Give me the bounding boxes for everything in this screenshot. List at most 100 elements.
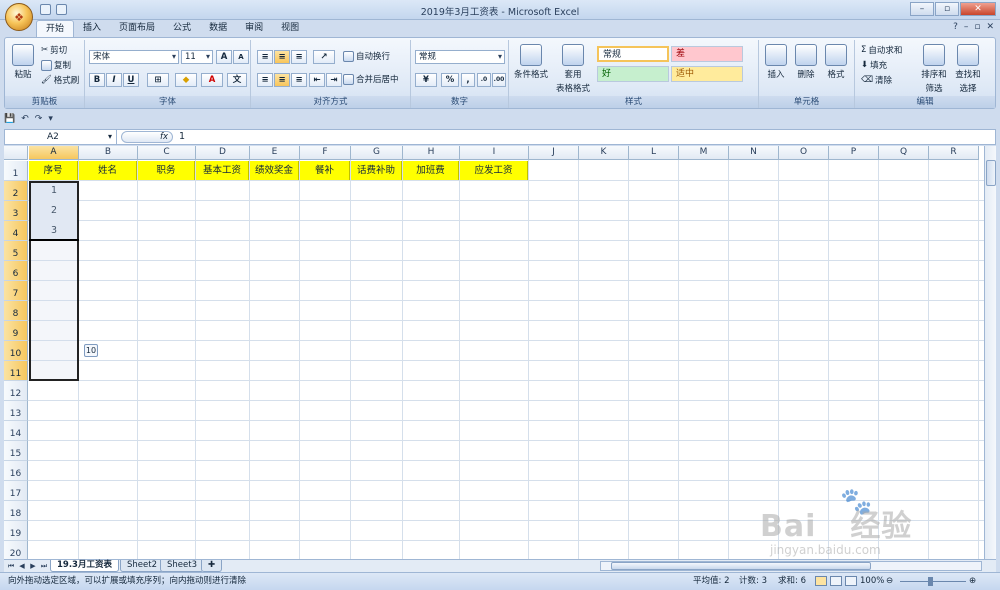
row-header-12[interactable]: 12 [4,381,28,401]
column-header-o[interactable]: O [779,146,829,160]
paste-button[interactable]: 粘贴 [11,44,35,80]
style-bad[interactable]: 差 [671,46,743,62]
wb-restore-icon[interactable]: ▫ [974,22,980,32]
grow-font-button[interactable]: A [216,50,232,64]
tab-page-layout[interactable]: 页面布局 [110,20,164,38]
align-middle-button[interactable]: ≡ [274,50,290,64]
row-header-10[interactable]: 10 [4,341,28,361]
column-header-m[interactable]: M [679,146,729,160]
phonetic-button[interactable]: 文 [227,73,247,87]
bold-button[interactable]: B [89,73,105,87]
header-cell[interactable]: 加班费 [403,161,459,180]
last-sheet-icon[interactable]: ⏭ [39,561,49,571]
wb-minimize-icon[interactable]: – [964,22,969,32]
insert-cells-button[interactable]: 插入 [763,44,789,80]
row-header-4[interactable]: 4 [4,221,28,241]
tab-insert[interactable]: 插入 [74,20,110,38]
shrink-font-button[interactable]: A [233,50,249,64]
help-icon[interactable]: ? [953,22,958,32]
sheet-tab[interactable]: Sheet2 [120,560,164,572]
align-top-button[interactable]: ≡ [257,50,273,64]
row-header-17[interactable]: 17 [4,481,28,501]
clear-button[interactable]: ⌫ 清除 [861,74,892,86]
column-header-r[interactable]: R [929,146,979,160]
sort-filter-button[interactable]: 排序和 筛选 [919,44,949,94]
column-header-q[interactable]: Q [879,146,929,160]
fill-color-button[interactable]: ◆ [175,73,197,87]
column-header-e[interactable]: E [250,146,300,160]
comma-button[interactable]: , [461,73,475,87]
style-neutral[interactable]: 适中 [671,66,743,82]
row-header-11[interactable]: 11 [4,361,28,381]
column-header-j[interactable]: J [529,146,579,160]
minimize-button[interactable]: – [910,2,934,16]
header-cell[interactable]: 序号 [29,161,78,180]
number-format-select[interactable]: 常规 [415,50,505,64]
wrap-text-button[interactable]: 自动换行 [343,50,390,62]
row-header-15[interactable]: 15 [4,441,28,461]
decrease-decimal-button[interactable]: .00 [492,73,506,87]
close-button[interactable]: ✕ [960,2,996,16]
column-header-n[interactable]: N [729,146,779,160]
copy-button[interactable]: 复制 [41,59,71,71]
find-select-button[interactable]: 查找和 选择 [953,44,983,94]
row-header-8[interactable]: 8 [4,301,28,321]
align-left-button[interactable]: ≡ [257,73,273,87]
tab-home[interactable]: 开始 [36,20,75,38]
zoom-slider[interactable] [900,581,966,582]
column-header-p[interactable]: P [829,146,879,160]
header-cell[interactable]: 餐补 [300,161,350,180]
page-layout-view-icon[interactable] [830,576,842,586]
font-color-button[interactable]: A [201,73,223,87]
orientation-button[interactable]: ↗ [313,50,335,64]
zoom-slider-handle[interactable] [928,577,933,586]
underline-button[interactable]: U [123,73,139,87]
autosum-button[interactable]: Σ 自动求和 [861,44,902,56]
style-good[interactable]: 好 [597,66,669,82]
row-header-7[interactable]: 7 [4,281,28,301]
accounting-button[interactable]: ¥ [415,73,437,87]
row-header-9[interactable]: 9 [4,321,28,341]
column-header-c[interactable]: C [138,146,196,160]
customize-qat-icon[interactable]: ▾ [48,114,53,124]
vertical-scrollbar[interactable] [984,146,996,559]
maximize-button[interactable]: ▫ [935,2,959,16]
header-cell[interactable]: 姓名 [79,161,137,180]
column-header-i[interactable]: I [460,146,529,160]
format-painter-button[interactable]: 🖌 格式刷 [41,74,79,86]
row-header-5[interactable]: 5 [4,241,28,261]
undo-icon[interactable]: ↶ [21,114,29,124]
fill-button[interactable]: ⬇ 填充 [861,59,887,71]
decrease-indent-button[interactable]: ⇤ [309,73,325,87]
header-cell[interactable]: 职务 [138,161,195,180]
format-cells-button[interactable]: 格式 [823,44,849,80]
prev-sheet-icon[interactable]: ◀ [17,561,27,571]
increase-decimal-button[interactable]: .0 [477,73,491,87]
delete-cells-button[interactable]: 删除 [793,44,819,80]
row-header-14[interactable]: 14 [4,421,28,441]
redo-icon[interactable]: ↷ [35,114,43,124]
border-button[interactable]: ⊞ [147,73,169,87]
insert-sheet-tab[interactable]: ✚ [201,560,223,572]
column-header-f[interactable]: F [300,146,351,160]
column-header-l[interactable]: L [629,146,679,160]
scroll-thumb[interactable] [986,160,996,186]
row-header-1[interactable]: 1 [4,161,28,181]
formula-input[interactable]: 1 [179,130,185,144]
conditional-format-button[interactable]: 条件格式 [513,44,549,80]
column-header-b[interactable]: B [79,146,138,160]
column-header-d[interactable]: D [196,146,250,160]
save-icon[interactable]: 💾 [4,114,15,124]
first-sheet-icon[interactable]: ⏮ [6,561,16,571]
font-size-select[interactable]: 11 [181,50,213,64]
italic-button[interactable]: I [106,73,122,87]
column-header-k[interactable]: K [579,146,629,160]
header-cell[interactable]: 话费补助 [351,161,402,180]
name-box[interactable]: A2 [5,130,117,144]
tab-review[interactable]: 审阅 [236,20,272,38]
next-sheet-icon[interactable]: ▶ [28,561,38,571]
zoom-in-icon[interactable]: ⊕ [969,573,976,589]
header-cell[interactable]: 应发工资 [460,161,528,180]
tab-formulas[interactable]: 公式 [164,20,200,38]
header-cell[interactable]: 绩效奖金 [250,161,299,180]
